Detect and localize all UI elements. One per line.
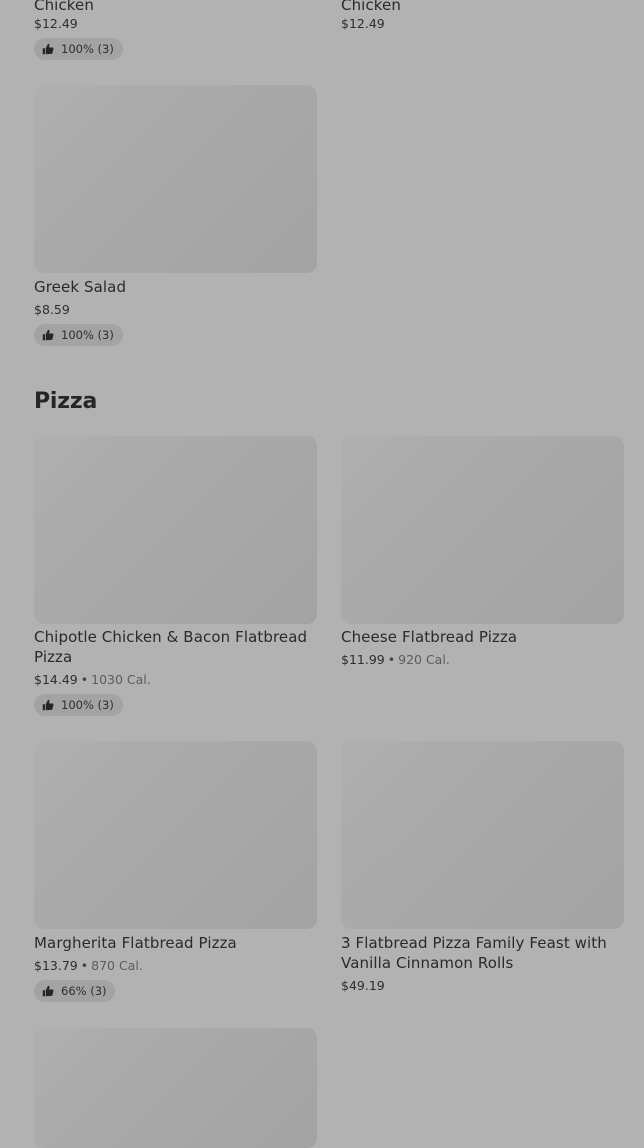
item-price: $11.99 • 920 Cal. xyxy=(341,652,450,667)
item-image[interactable] xyxy=(341,436,624,624)
rating-value: 66% (3) xyxy=(61,984,107,998)
section-title-pizza: Pizza xyxy=(34,389,98,414)
thumbs-up-icon xyxy=(42,699,54,711)
thumbs-up-icon xyxy=(42,43,54,55)
item-name[interactable]: 3 Flatbread Pizza Family Feast with Vani… xyxy=(341,933,607,973)
item-image[interactable] xyxy=(341,741,624,929)
item-name[interactable]: Cheese Flatbread Pizza xyxy=(341,627,517,647)
item-name[interactable]: Chicken xyxy=(34,0,94,15)
item-name-line: Chipotle Chicken & Bacon Flatbread xyxy=(34,628,308,646)
rating-badge: 100% (3) xyxy=(34,38,123,60)
item-name-line: 3 Flatbread Pizza Family Feast with xyxy=(341,934,607,952)
item-name[interactable]: Chicken xyxy=(341,0,401,15)
rating-badge: 66% (3) xyxy=(34,980,115,1002)
item-name-line: Vanilla Cinnamon Rolls xyxy=(341,954,514,972)
item-name[interactable]: Margherita Flatbread Pizza xyxy=(34,933,237,953)
item-price: $14.49 • 1030 Cal. xyxy=(34,672,151,687)
item-price: $12.49 xyxy=(34,16,78,31)
thumbs-up-icon xyxy=(42,329,54,341)
rating-badge: 100% (3) xyxy=(34,324,123,346)
rating-value: 100% (3) xyxy=(61,698,114,712)
rating-value: 100% (3) xyxy=(61,328,114,342)
item-name[interactable]: Chipotle Chicken & Bacon Flatbread Pizza xyxy=(34,627,307,667)
item-image[interactable] xyxy=(34,1028,317,1148)
item-name[interactable]: Greek Salad xyxy=(34,277,126,297)
item-image[interactable] xyxy=(34,741,317,929)
item-price: $49.19 xyxy=(341,978,385,993)
item-name-line: Pizza xyxy=(34,648,73,666)
item-image[interactable] xyxy=(34,85,317,273)
item-price: $8.59 xyxy=(34,302,70,317)
rating-badge: 100% (3) xyxy=(34,694,123,716)
item-image[interactable] xyxy=(34,436,317,624)
thumbs-up-icon xyxy=(42,985,54,997)
item-price: $12.49 xyxy=(341,16,385,31)
item-price: $13.79 • 870 Cal. xyxy=(34,958,143,973)
rating-value: 100% (3) xyxy=(61,42,114,56)
